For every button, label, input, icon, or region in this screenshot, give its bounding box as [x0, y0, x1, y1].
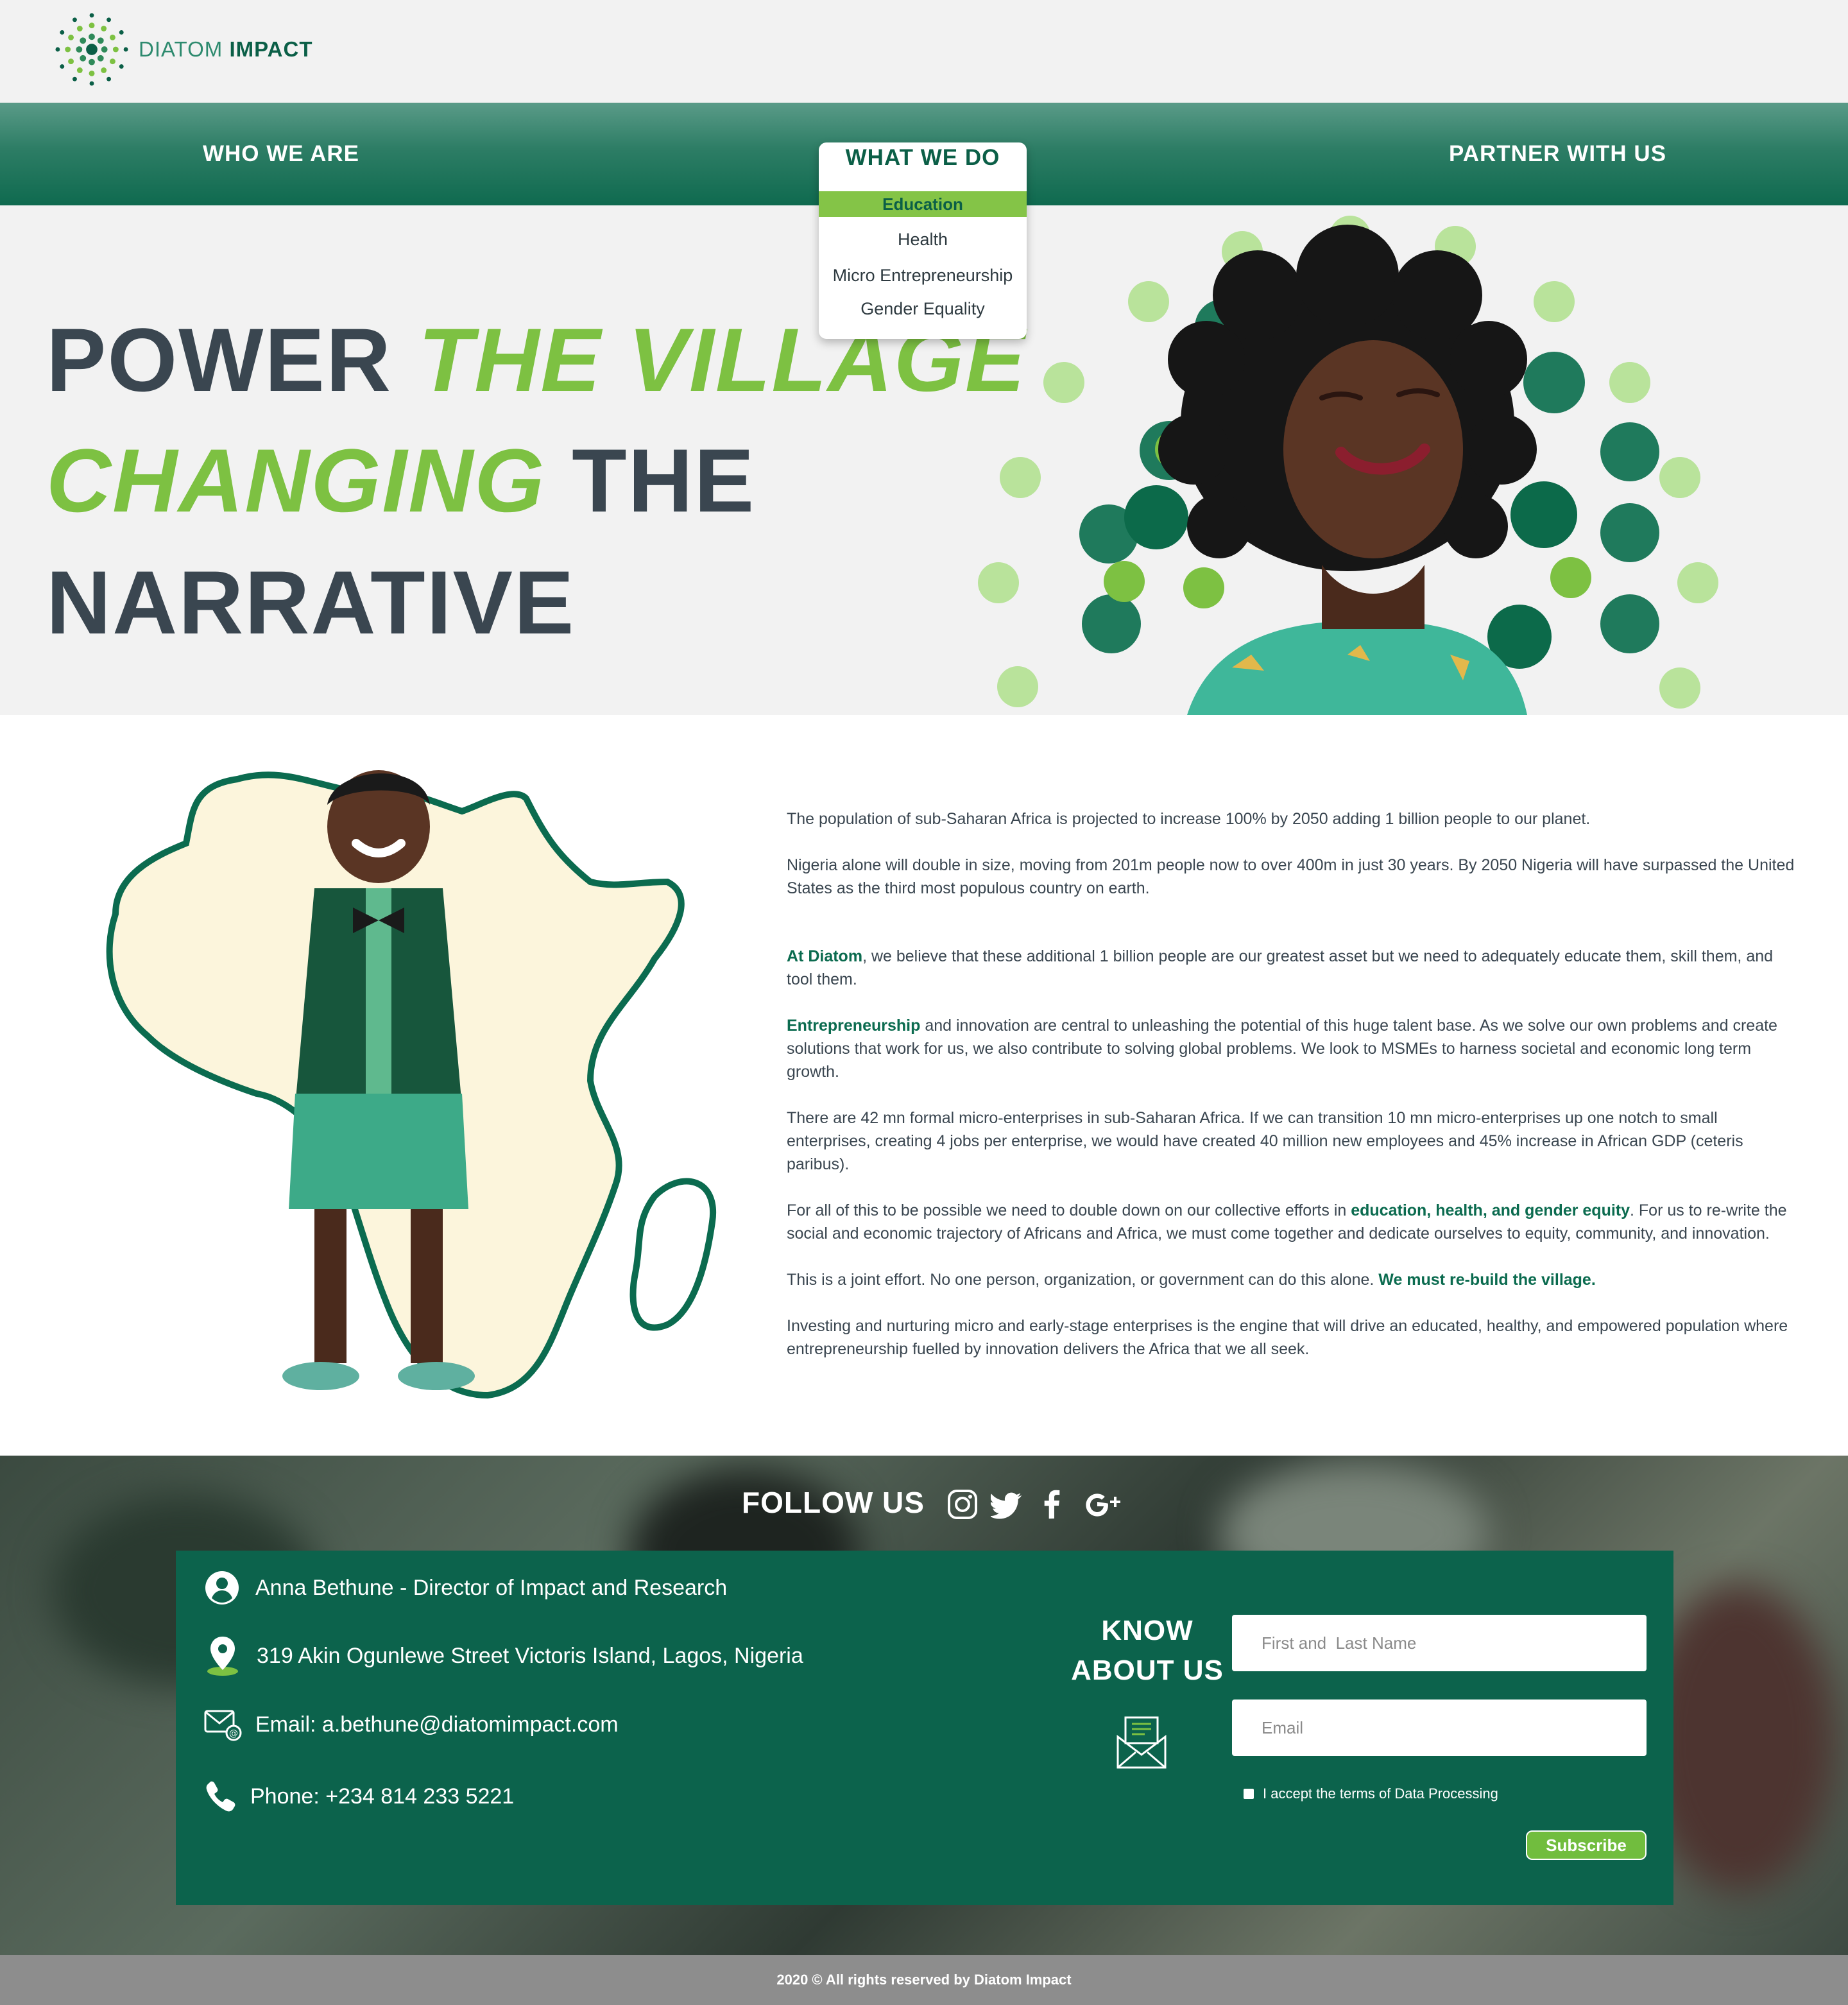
contact-address: 319 Akin Ogunlewe Street Victoris Island… — [257, 1643, 803, 1668]
paragraph-investing: Investing and nurturing micro and early-… — [787, 1317, 1788, 1358]
contact-panel: Anna Bethune - Director of Impact and Re… — [176, 1551, 1673, 1905]
terms-label: I accept the terms of Data Processing — [1263, 1786, 1498, 1802]
logo-text: DIATOM IMPACT — [139, 37, 313, 61]
about-text: The population of sub-Saharan Africa is … — [787, 807, 1801, 1384]
terms-checkbox[interactable] — [1244, 1789, 1254, 1799]
newsletter-envelope-icon — [1116, 1716, 1167, 1769]
dropdown-item-education[interactable]: Education — [819, 191, 1027, 217]
paragraph-entrepreneurship: Entrepreneurship and innovation are cent… — [787, 1017, 1777, 1081]
contact-name: Anna Bethune - Director of Impact and Re… — [255, 1575, 728, 1600]
instagram-icon[interactable] — [946, 1488, 979, 1521]
facebook-icon[interactable] — [1036, 1488, 1069, 1521]
location-pin-icon — [207, 1637, 238, 1676]
what-we-do-dropdown: WHAT WE DO Education Health Micro Entrep… — [819, 142, 1027, 339]
paragraph-joint-effort: This is a joint effort. No one person, o… — [787, 1271, 1596, 1289]
follow-us-heading: FOLLOW US — [742, 1486, 925, 1519]
name-input[interactable] — [1232, 1615, 1647, 1671]
logo[interactable]: DIATOM IMPACT — [54, 12, 313, 87]
know-about-us-heading: KNOW ABOUT US — [1071, 1615, 1224, 1686]
paragraph-at-diatom: At Diatom, we believe that these additio… — [787, 947, 1774, 988]
logo-dots-icon — [55, 13, 128, 86]
user-circle-icon — [205, 1571, 239, 1605]
paragraph-collective-efforts: For all of this to be possible we need t… — [787, 1201, 1787, 1243]
contact-address-row: 319 Akin Ogunlewe Street Victoris Island… — [204, 1635, 803, 1676]
nav-partner-with-us[interactable]: PARTNER WITH US — [1449, 141, 1666, 167]
hero-portrait — [1158, 225, 1537, 715]
contact-phone-row: Phone: +234 814 233 5221 — [204, 1779, 514, 1814]
top-bar: DIATOM IMPACT — [0, 0, 1848, 103]
hero-heading-line-2: CHANGING THE — [46, 430, 756, 531]
subscribe-button[interactable]: Subscribe — [1526, 1830, 1647, 1860]
dropdown-item-micro-entrepreneurship[interactable]: Micro Entrepreneurship — [819, 266, 1027, 286]
google-plus-icon[interactable] — [1084, 1488, 1125, 1521]
email-input[interactable] — [1232, 1700, 1647, 1756]
footer: FOLLOW US Anna Bethune - Director of Imp… — [0, 1456, 1848, 1955]
email-icon: @ — [204, 1710, 242, 1741]
phone-icon — [206, 1781, 235, 1812]
dropdown-item-gender-equality[interactable]: Gender Equality — [819, 299, 1027, 319]
contact-email[interactable]: Email: a.bethune@diatomimpact.com — [255, 1712, 619, 1737]
terms-row: I accept the terms of Data Processing — [1244, 1786, 1498, 1802]
dropdown-item-health[interactable]: Health — [819, 230, 1027, 250]
svg-text:@: @ — [229, 1728, 238, 1739]
twitter-icon[interactable] — [991, 1488, 1024, 1521]
about-section: The population of sub-Saharan Africa is … — [0, 715, 1848, 1456]
hero-heading-line-3: NARRATIVE — [46, 552, 576, 653]
africa-map-boy-illustration — [106, 770, 717, 1399]
contact-phone[interactable]: Phone: +234 814 233 5221 — [250, 1784, 514, 1809]
paragraph-population: The population of sub-Saharan Africa is … — [787, 810, 1591, 828]
paragraph-nigeria: Nigeria alone will double in size, movin… — [787, 856, 1795, 897]
contact-email-row: @ Email: a.bethune@diatomimpact.com — [204, 1707, 619, 1742]
madagascar-outline — [629, 1178, 717, 1331]
paragraph-micro-enterprises: There are 42 mn formal micro-enterprises… — [787, 1109, 1743, 1173]
nav-what-we-do[interactable]: WHAT WE DO — [819, 145, 1027, 171]
hero-woman-illustration — [978, 216, 1718, 715]
nav-who-we-are[interactable]: WHO WE ARE — [203, 141, 359, 167]
copyright-bar: 2020 © All rights reserved by Diatom Imp… — [0, 1955, 1848, 2005]
contact-person-row: Anna Bethune - Director of Impact and Re… — [204, 1570, 727, 1606]
